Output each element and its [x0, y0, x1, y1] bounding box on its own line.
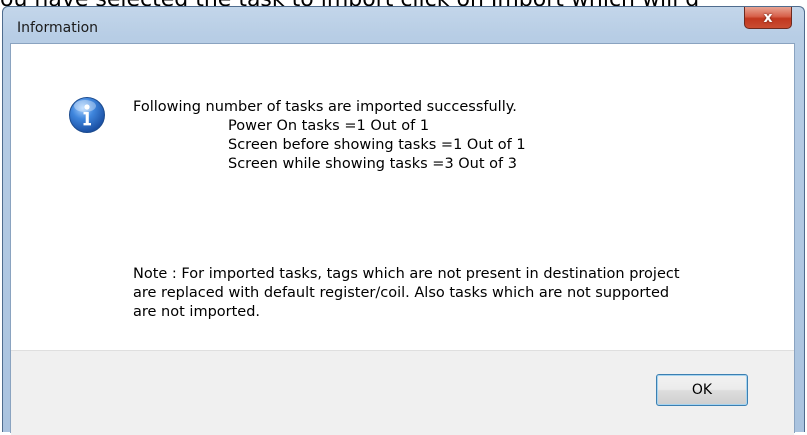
message-line-screen-while: Screen while showing tasks =3 Out of 3 — [228, 156, 517, 172]
ok-button[interactable]: OK — [656, 374, 748, 406]
message-line-power-on: Power On tasks =1 Out of 1 — [228, 118, 430, 134]
info-icon — [69, 97, 105, 133]
message-text: Following number of tasks are imported s… — [133, 98, 526, 174]
dialog-title: Information — [17, 20, 99, 36]
note-text: Note : For imported tasks, tags which ar… — [133, 266, 680, 320]
title-bar[interactable]: Information x — [3, 7, 804, 43]
message-line-screen-before: Screen before showing tasks =1 Out of 1 — [228, 137, 526, 153]
close-icon: x — [763, 9, 773, 26]
close-button[interactable]: x — [744, 7, 792, 29]
message-line-summary: Following number of tasks are imported s… — [133, 99, 517, 115]
information-dialog: Information x Following number of tasks … — [2, 6, 805, 435]
dialog-content: Following number of tasks are imported s… — [10, 43, 795, 435]
